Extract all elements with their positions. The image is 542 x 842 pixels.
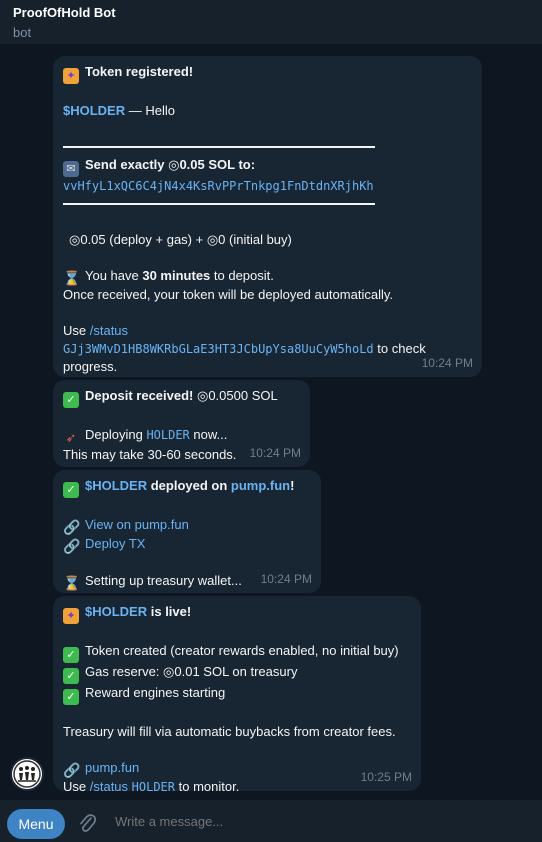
deploy-tx-link[interactable]: Deploy TX bbox=[85, 536, 145, 551]
status-token-id[interactable]: GJj3WMvD1HB8WKRbGLaE3HT3JCbUpYsa8UuCyW5h… bbox=[63, 342, 374, 356]
composer-bar: Menu bbox=[0, 800, 542, 842]
message-time: 10:24 PM bbox=[260, 572, 312, 586]
check-mark-icon: ✓ bbox=[63, 668, 79, 684]
message-bubble: ✦ Token registered! $HOLDER — Hello ✉ Send… bbox=[53, 56, 482, 377]
message-list[interactable]: ✦ Token registered! $HOLDER — Hello ✉ Send… bbox=[0, 44, 542, 800]
message-time: 10:24 PM bbox=[421, 356, 473, 370]
menu-button[interactable]: Menu bbox=[7, 809, 65, 839]
mailbox-icon: ✉ bbox=[63, 161, 79, 177]
message-bubble: ✓ Deposit received! ◎0.0500 SOL ➶ Deployin… bbox=[53, 380, 310, 467]
message-bubble: ✓ $HOLDER deployed on pump.fun! 🔗 View on … bbox=[53, 470, 321, 593]
link-icon: 🔗 bbox=[63, 538, 81, 554]
message-input[interactable] bbox=[115, 814, 515, 829]
message-bubble: ✦ $HOLDER is live! ✓ Token created (creato… bbox=[53, 596, 421, 794]
deposit-address[interactable]: vvHfyL1xQC6C4jN4x4KsRvPPrTnkpg1FnDtdnXRj… bbox=[63, 179, 374, 193]
divider bbox=[63, 146, 375, 148]
message-time: 10:25 PM bbox=[360, 770, 412, 784]
message-time: 10:24 PM bbox=[249, 446, 301, 460]
message-heading: Token registered! bbox=[85, 64, 194, 79]
check-mark-icon: ✓ bbox=[63, 482, 79, 498]
divider bbox=[63, 203, 375, 205]
cashtag-link[interactable]: $HOLDER bbox=[85, 604, 147, 619]
ticker-code[interactable]: HOLDER bbox=[132, 780, 175, 794]
link-icon: 🔗 bbox=[63, 762, 81, 778]
check-mark-icon: ✓ bbox=[63, 392, 79, 408]
link-icon: 🔗 bbox=[63, 519, 81, 535]
check-mark-icon: ✓ bbox=[63, 689, 79, 705]
attach-paperclip-icon[interactable] bbox=[77, 812, 97, 836]
view-on-pump-link[interactable]: View on pump.fun bbox=[85, 517, 189, 532]
hourglass-icon: ⌛ bbox=[63, 270, 81, 286]
party-popper-icon: ✦ bbox=[63, 68, 79, 84]
ticker-code[interactable]: HOLDER bbox=[146, 428, 189, 442]
chat-subtitle: bot bbox=[13, 25, 32, 40]
cashtag-link[interactable]: $HOLDER bbox=[63, 103, 125, 118]
status-command-link[interactable]: /status bbox=[90, 323, 128, 338]
rocket-icon: ➶ bbox=[65, 430, 77, 445]
pump-fun-link[interactable]: pump.fun bbox=[231, 478, 290, 493]
hourglass-icon: ⌛ bbox=[63, 575, 81, 591]
party-popper-icon: ✦ bbox=[63, 608, 79, 624]
check-mark-icon: ✓ bbox=[63, 647, 79, 663]
holders-logo-icon bbox=[13, 760, 41, 788]
chat-title: ProofOfHold Bot bbox=[13, 5, 116, 20]
cashtag-link[interactable]: $HOLDER bbox=[85, 478, 147, 493]
bot-avatar[interactable] bbox=[10, 757, 44, 791]
pump-fun-link[interactable]: pump.fun bbox=[85, 760, 139, 775]
status-command-link[interactable]: /status bbox=[90, 779, 128, 794]
chat-header[interactable]: ProofOfHold Bot bot bbox=[0, 0, 542, 44]
